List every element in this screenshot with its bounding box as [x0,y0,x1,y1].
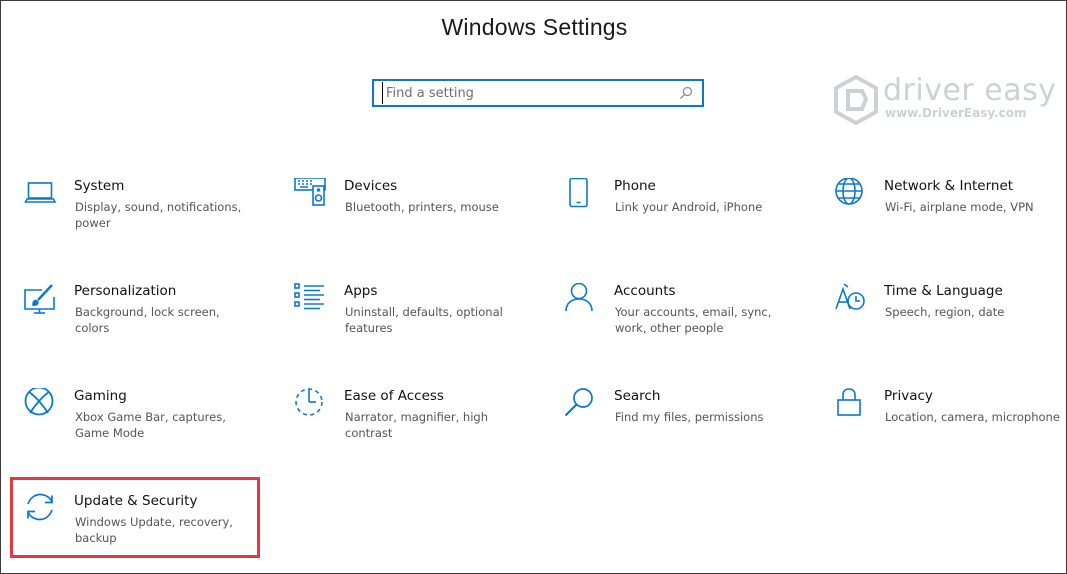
phone-icon [564,177,598,212]
tile-desc: Uninstall, defaults, optional features [345,305,503,335]
tile-name: Search [614,388,661,404]
tile-phone[interactable]: Phone Link your Android, iPhone [564,177,814,248]
tile-name: System [74,178,125,194]
tile-name: Personalization [74,283,177,299]
watermark-brand: driver easy [883,73,1057,108]
search-input[interactable] [382,82,676,104]
tile-desc: Display, sound, notifications, power [75,200,242,230]
tile-personalization[interactable]: Personalization Background, lock screen,… [24,283,274,353]
tile-name: Phone [614,178,656,194]
tile-desc: Find my files, permissions [615,410,764,424]
globe-icon [834,177,868,212]
tile-devices[interactable]: Devices Bluetooth, printers, mouse [294,177,544,248]
tile-desc: Link your Android, iPhone [615,200,763,214]
apps-list-icon [294,283,328,317]
tile-privacy[interactable]: Privacy Location, camera, microphone [834,388,1067,458]
driver-easy-logo-icon [834,75,878,125]
tile-ease-of-access[interactable]: Ease of Access Narrator, magnifier, high… [294,388,544,458]
highlight-box [10,477,260,558]
tile-apps[interactable]: Apps Uninstall, defaults, optional featu… [294,283,544,353]
tile-desc: Location, camera, microphone [885,410,1060,424]
ease-of-access-icon [294,388,328,422]
settings-window: Windows Settings driver easy www.DriverE… [0,0,1067,574]
watermark: driver easy www.DriverEasy.com [833,73,1056,127]
tile-desc: Speech, region, date [885,305,1005,319]
tile-name: Gaming [74,388,127,404]
tile-network[interactable]: Network & Internet Wi-Fi, airplane mode,… [834,177,1067,248]
laptop-icon [24,178,58,212]
tile-name: Apps [344,283,378,299]
tile-desc: Xbox Game Bar, captures, Game Mode [75,410,226,440]
paintbrush-icon [24,283,58,317]
tile-name: Devices [344,178,398,194]
tile-time-language[interactable]: Time & Language Speech, region, date [834,283,1067,353]
tile-name: Accounts [614,283,676,299]
tile-desc: Narrator, magnifier, high contrast [345,410,488,440]
search-box[interactable] [372,79,704,107]
watermark-url: www.DriverEasy.com [885,106,1027,120]
xbox-icon [24,386,58,422]
lock-icon [834,388,868,422]
tile-desc: Wi-Fi, airplane mode, VPN [885,200,1034,214]
tile-system[interactable]: System Display, sound, notifications, po… [24,178,274,248]
devices-icon [294,177,328,212]
tile-name: Ease of Access [344,388,444,404]
tile-desc: Your accounts, email, sync, work, other … [615,305,772,335]
tile-desc: Bluetooth, printers, mouse [345,200,499,214]
tile-name: Network & Internet [884,178,1014,194]
tile-name: Time & Language [884,283,1003,299]
magnifier-icon[interactable] [676,83,696,103]
search-icon [564,388,598,422]
tile-desc: Background, lock screen, colors [75,305,220,335]
person-icon [564,282,598,317]
page-title: Windows Settings [441,14,628,40]
tile-search[interactable]: Search Find my files, permissions [564,388,814,458]
tile-gaming[interactable]: Gaming Xbox Game Bar, captures, Game Mod… [24,386,274,458]
time-language-icon [834,283,868,317]
tile-accounts[interactable]: Accounts Your accounts, email, sync, wor… [564,282,814,353]
tile-name: Privacy [884,388,933,404]
